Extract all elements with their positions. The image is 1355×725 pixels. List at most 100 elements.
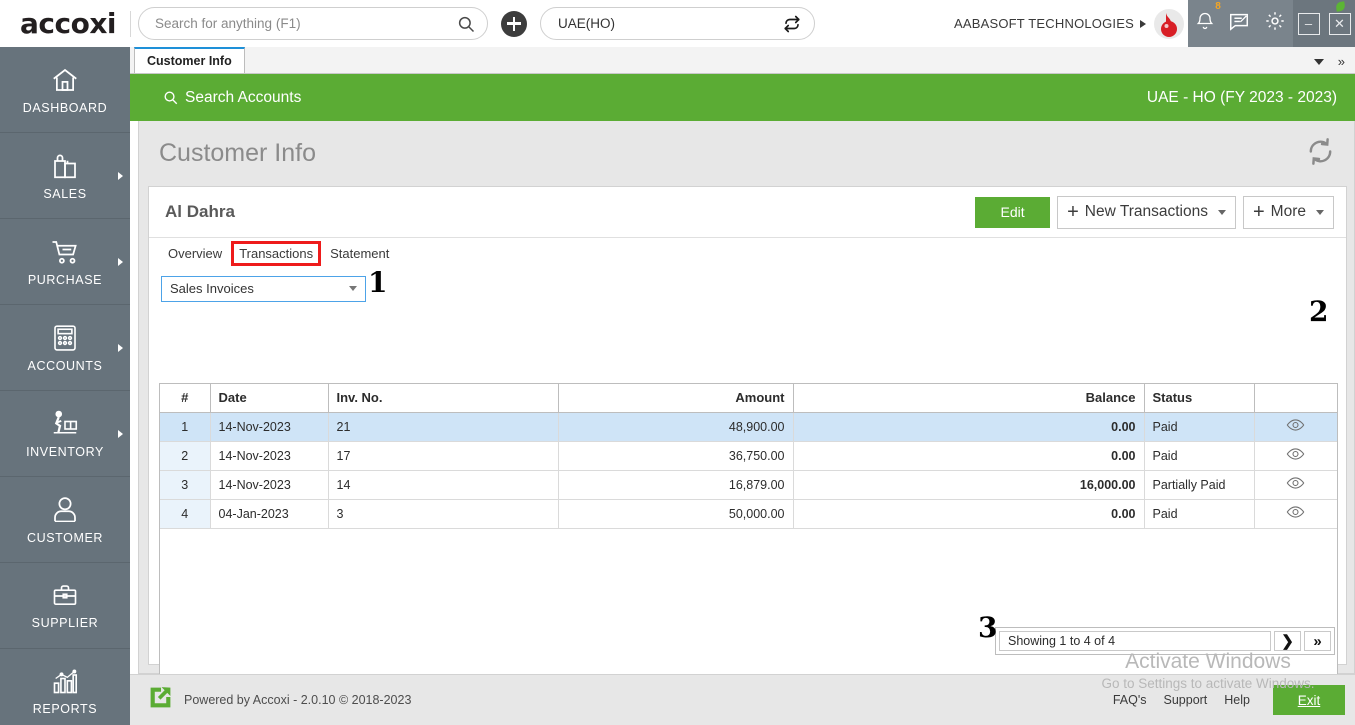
sidebar-item-inventory[interactable]: INVENTORY — [0, 391, 130, 477]
cell-status: Paid — [1144, 412, 1254, 441]
add-new-button[interactable] — [501, 11, 527, 37]
cell-index: 1 — [160, 412, 210, 441]
status-links: FAQ's Support Help Exit — [1113, 685, 1355, 715]
messages-icon[interactable] — [1228, 10, 1250, 37]
notification-badge: 8 — [1215, 1, 1221, 12]
tab-transactions[interactable]: Transactions — [231, 241, 321, 266]
support-link[interactable]: Support — [1164, 693, 1208, 707]
cell-status: Paid — [1144, 441, 1254, 470]
table-row[interactable]: 214-Nov-20231736,750.000.00Paid — [160, 441, 1337, 470]
sidebar-item-purchase[interactable]: PURCHASE — [0, 219, 130, 305]
transaction-type-select[interactable]: Sales Invoices — [161, 276, 366, 302]
minimize-button[interactable]: – — [1298, 13, 1320, 35]
annotation-number: 2 — [1309, 295, 1328, 328]
close-button[interactable]: ✕ — [1329, 13, 1351, 35]
top-bar: accoxi UAE(HO) AABASOFT TECHNOLOGIES — [0, 0, 1355, 47]
sidebar-item-dashboard[interactable]: DASHBOARD — [0, 47, 130, 133]
status-bar: Powered by Accoxi - 2.0.10 © 2018-2023 F… — [130, 674, 1355, 725]
avatar[interactable] — [1154, 9, 1184, 39]
cell-amount: 48,900.00 — [558, 412, 793, 441]
cell-view[interactable] — [1254, 499, 1337, 528]
faq-link[interactable]: FAQ's — [1113, 693, 1147, 707]
sidebar-item-sales[interactable]: SALES — [0, 133, 130, 219]
sidebar-item-supplier[interactable]: SUPPLIER — [0, 563, 130, 649]
cell-inv-no: 14 — [328, 470, 558, 499]
more-button[interactable]: + More — [1243, 196, 1334, 229]
cell-date: 04-Jan-2023 — [210, 499, 328, 528]
sidebar-item-reports[interactable]: REPORTS — [0, 649, 130, 725]
cell-balance: 0.00 — [793, 441, 1144, 470]
cell-status: Partially Paid — [1144, 470, 1254, 499]
table-filler-row — [160, 528, 1337, 682]
chevron-right-icon — [118, 344, 123, 352]
cell-view[interactable] — [1254, 441, 1337, 470]
table-header-row: # Date Inv. No. Amount Balance Status — [160, 384, 1337, 412]
search-accounts-button[interactable]: Search Accounts — [163, 89, 301, 107]
customer-card: Al Dahra Edit + New Transactions + More … — [148, 186, 1347, 665]
col-status: Status — [1144, 384, 1254, 412]
table-row[interactable]: 404-Jan-2023350,000.000.00Paid — [160, 499, 1337, 528]
header-icon-group: 8 — [1188, 0, 1293, 47]
switch-branch-icon[interactable] — [783, 15, 801, 33]
cell-date: 14-Nov-2023 — [210, 412, 328, 441]
plus-icon: + — [1253, 202, 1265, 222]
sidebar-item-label: SALES — [43, 187, 86, 201]
table-row[interactable]: 314-Nov-20231416,879.0016,000.00Partiall… — [160, 470, 1337, 499]
sidebar-item-label: ACCOUNTS — [28, 359, 103, 373]
chevron-right-icon — [118, 172, 123, 180]
customer-name-row: Al Dahra Edit + New Transactions + More — [149, 187, 1346, 238]
chevron-right-icon[interactable] — [1140, 20, 1146, 28]
last-page-button[interactable]: » — [1304, 631, 1331, 651]
exit-label: Exit — [1298, 693, 1321, 708]
more-label: More — [1271, 203, 1306, 221]
content-panel: Customer Info Al Dahra Edit + New Transa… — [138, 121, 1355, 674]
cell-amount: 36,750.00 — [558, 441, 793, 470]
cell-inv-no: 17 — [328, 441, 558, 470]
branch-value: UAE(HO) — [558, 16, 783, 31]
annotation-number: 1 — [368, 266, 387, 299]
sidebar-item-accounts[interactable]: ACCOUNTS — [0, 305, 130, 391]
cell-date: 14-Nov-2023 — [210, 441, 328, 470]
sidebar-item-label: INVENTORY — [26, 445, 104, 459]
chevron-down-icon[interactable] — [1314, 59, 1324, 65]
cell-view[interactable] — [1254, 412, 1337, 441]
cell-date: 14-Nov-2023 — [210, 470, 328, 499]
col-view — [1254, 384, 1337, 412]
edit-button[interactable]: Edit — [975, 197, 1050, 228]
table-row[interactable]: 114-Nov-20232148,900.000.00Paid — [160, 412, 1337, 441]
chevron-down-icon — [1316, 210, 1324, 215]
page-title: Customer Info — [159, 139, 316, 168]
view-icon[interactable] — [1286, 447, 1305, 464]
settings-gear-icon[interactable] — [1264, 10, 1286, 37]
cell-view[interactable] — [1254, 470, 1337, 499]
col-index: # — [160, 384, 210, 412]
help-link[interactable]: Help — [1224, 693, 1250, 707]
view-icon[interactable] — [1286, 476, 1305, 493]
tab-customer-info[interactable]: Customer Info — [134, 47, 245, 73]
exit-button[interactable]: Exit — [1273, 685, 1345, 715]
transaction-type-value: Sales Invoices — [170, 281, 254, 296]
search-input[interactable] — [155, 16, 457, 31]
col-date: Date — [210, 384, 328, 412]
search-icon[interactable] — [457, 15, 475, 33]
sidebar-item-customer[interactable]: CUSTOMER — [0, 477, 130, 563]
detail-tabs: Overview Transactions Statement — [149, 238, 1346, 269]
organization-name: AABASOFT TECHNOLOGIES — [954, 16, 1134, 31]
sidebar-item-label: PURCHASE — [28, 273, 102, 287]
cell-balance: 0.00 — [793, 412, 1144, 441]
tab-overview[interactable]: Overview — [161, 242, 229, 265]
view-icon[interactable] — [1286, 418, 1305, 435]
branch-selector[interactable]: UAE(HO) — [540, 7, 815, 40]
cell-index: 3 — [160, 470, 210, 499]
view-icon[interactable] — [1286, 505, 1305, 522]
double-chevron-right-icon[interactable]: » — [1338, 54, 1345, 69]
organization-area[interactable]: AABASOFT TECHNOLOGIES — [954, 0, 1188, 47]
refresh-icon[interactable] — [1305, 136, 1336, 172]
next-page-button[interactable]: ❯ — [1274, 631, 1301, 651]
notifications-bell-icon[interactable]: 8 — [1195, 10, 1215, 37]
global-search[interactable] — [138, 7, 488, 40]
accoxi-mark-icon — [148, 685, 173, 715]
page-header: Customer Info — [139, 121, 1354, 186]
tab-statement[interactable]: Statement — [323, 242, 396, 265]
new-transactions-button[interactable]: + New Transactions — [1057, 196, 1236, 229]
